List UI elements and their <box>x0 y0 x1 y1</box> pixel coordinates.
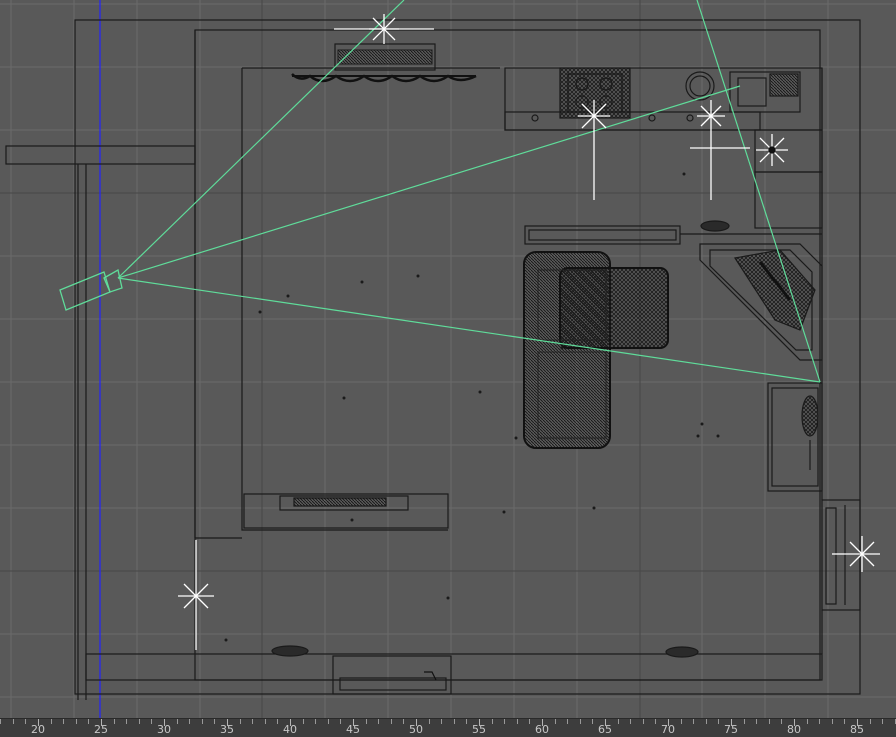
ruler-tick <box>516 719 518 724</box>
ruler-tick <box>453 719 455 724</box>
ruler-label: 75 <box>724 723 738 736</box>
ruler-tick <box>441 719 443 724</box>
sofa[interactable] <box>523 251 669 449</box>
ruler-tick <box>340 719 342 724</box>
ruler-label: 20 <box>31 723 45 736</box>
ruler-label: 30 <box>157 723 171 736</box>
ruler-tick <box>327 719 329 724</box>
ruler-tick <box>579 719 581 724</box>
light-6[interactable] <box>832 536 880 572</box>
ruler-tick <box>365 719 367 724</box>
ruler-tick <box>630 719 632 724</box>
bottom-radiator <box>271 645 699 695</box>
ruler-tick <box>75 719 77 724</box>
ruler-label: 80 <box>787 723 801 736</box>
ruler-tick <box>504 719 506 724</box>
ruler-tick <box>743 719 745 724</box>
top-viewport[interactable] <box>0 0 896 718</box>
ruler-tick <box>592 719 594 724</box>
ruler-tick <box>252 719 254 724</box>
ruler-tick <box>768 719 770 724</box>
grid <box>0 0 896 718</box>
ruler-label: 35 <box>220 723 234 736</box>
ruler-label: 40 <box>283 723 297 736</box>
ruler-label: 85 <box>850 723 864 736</box>
ruler-tick <box>529 719 531 724</box>
ruler-label: 60 <box>535 723 549 736</box>
light-3[interactable] <box>690 100 750 200</box>
curtain <box>291 43 477 83</box>
ruler-tick <box>264 719 266 724</box>
ruler-tick <box>655 719 657 724</box>
bottom-ruler: 20 25 30 35 40 45 50 55 60 65 70 75 80 85 <box>0 718 896 737</box>
ruler-tick <box>428 719 430 724</box>
ruler-tick <box>680 719 682 724</box>
ruler-tick <box>756 719 758 724</box>
ruler-tick <box>302 719 304 724</box>
bar-counter[interactable] <box>524 220 822 245</box>
ruler-tick <box>113 719 115 724</box>
tv-unit[interactable] <box>243 493 449 529</box>
ruler-tick <box>277 719 279 724</box>
ruler-tick <box>0 719 2 724</box>
camera-icon[interactable] <box>59 268 123 311</box>
ruler-tick <box>567 719 569 724</box>
ruler-label: 45 <box>346 723 360 736</box>
ruler-tick <box>176 719 178 724</box>
corner-fireplace[interactable] <box>699 243 823 361</box>
ruler-label: 50 <box>409 723 423 736</box>
ruler-tick <box>315 719 317 724</box>
camera-frustum <box>117 0 821 383</box>
ruler-tick <box>781 719 783 724</box>
ruler-tick <box>63 719 65 724</box>
side-cabinet[interactable] <box>767 382 823 492</box>
ruler-tick <box>88 719 90 724</box>
ruler-tick <box>844 719 846 724</box>
grid-major <box>0 0 896 718</box>
ruler-tick <box>138 719 140 724</box>
ruler-tick <box>617 719 619 724</box>
walls[interactable] <box>5 19 861 700</box>
ruler-tick <box>151 719 153 724</box>
ruler-tick <box>491 719 493 724</box>
ruler-label: 55 <box>472 723 486 736</box>
ruler-tick <box>403 719 405 724</box>
ruler-tick <box>378 719 380 724</box>
ruler-tick <box>693 719 695 724</box>
ruler-tick <box>869 719 871 724</box>
ruler-tick <box>239 719 241 724</box>
ruler-label: 25 <box>94 723 108 736</box>
light-1[interactable] <box>334 14 434 44</box>
ruler-tick <box>390 719 392 724</box>
ruler-tick <box>50 719 52 724</box>
ruler-tick <box>201 719 203 724</box>
ruler-tick <box>189 719 191 724</box>
ruler-tick <box>705 719 707 724</box>
floor-plan-canvas[interactable] <box>0 0 896 718</box>
light-4[interactable] <box>756 134 788 166</box>
ruler-tick <box>12 719 14 724</box>
ruler-tick <box>831 719 833 724</box>
ruler-tick <box>25 719 27 724</box>
ruler-label: 70 <box>661 723 675 736</box>
ruler-tick <box>882 719 884 724</box>
ruler-tick <box>214 719 216 724</box>
ruler-tick <box>642 719 644 724</box>
ruler-tick <box>806 719 808 724</box>
ruler-tick <box>554 719 556 724</box>
ruler-tick <box>126 719 128 724</box>
ruler-tick <box>819 719 821 724</box>
ruler-tick <box>718 719 720 724</box>
ruler-tick <box>466 719 468 724</box>
ruler-label: 65 <box>598 723 612 736</box>
